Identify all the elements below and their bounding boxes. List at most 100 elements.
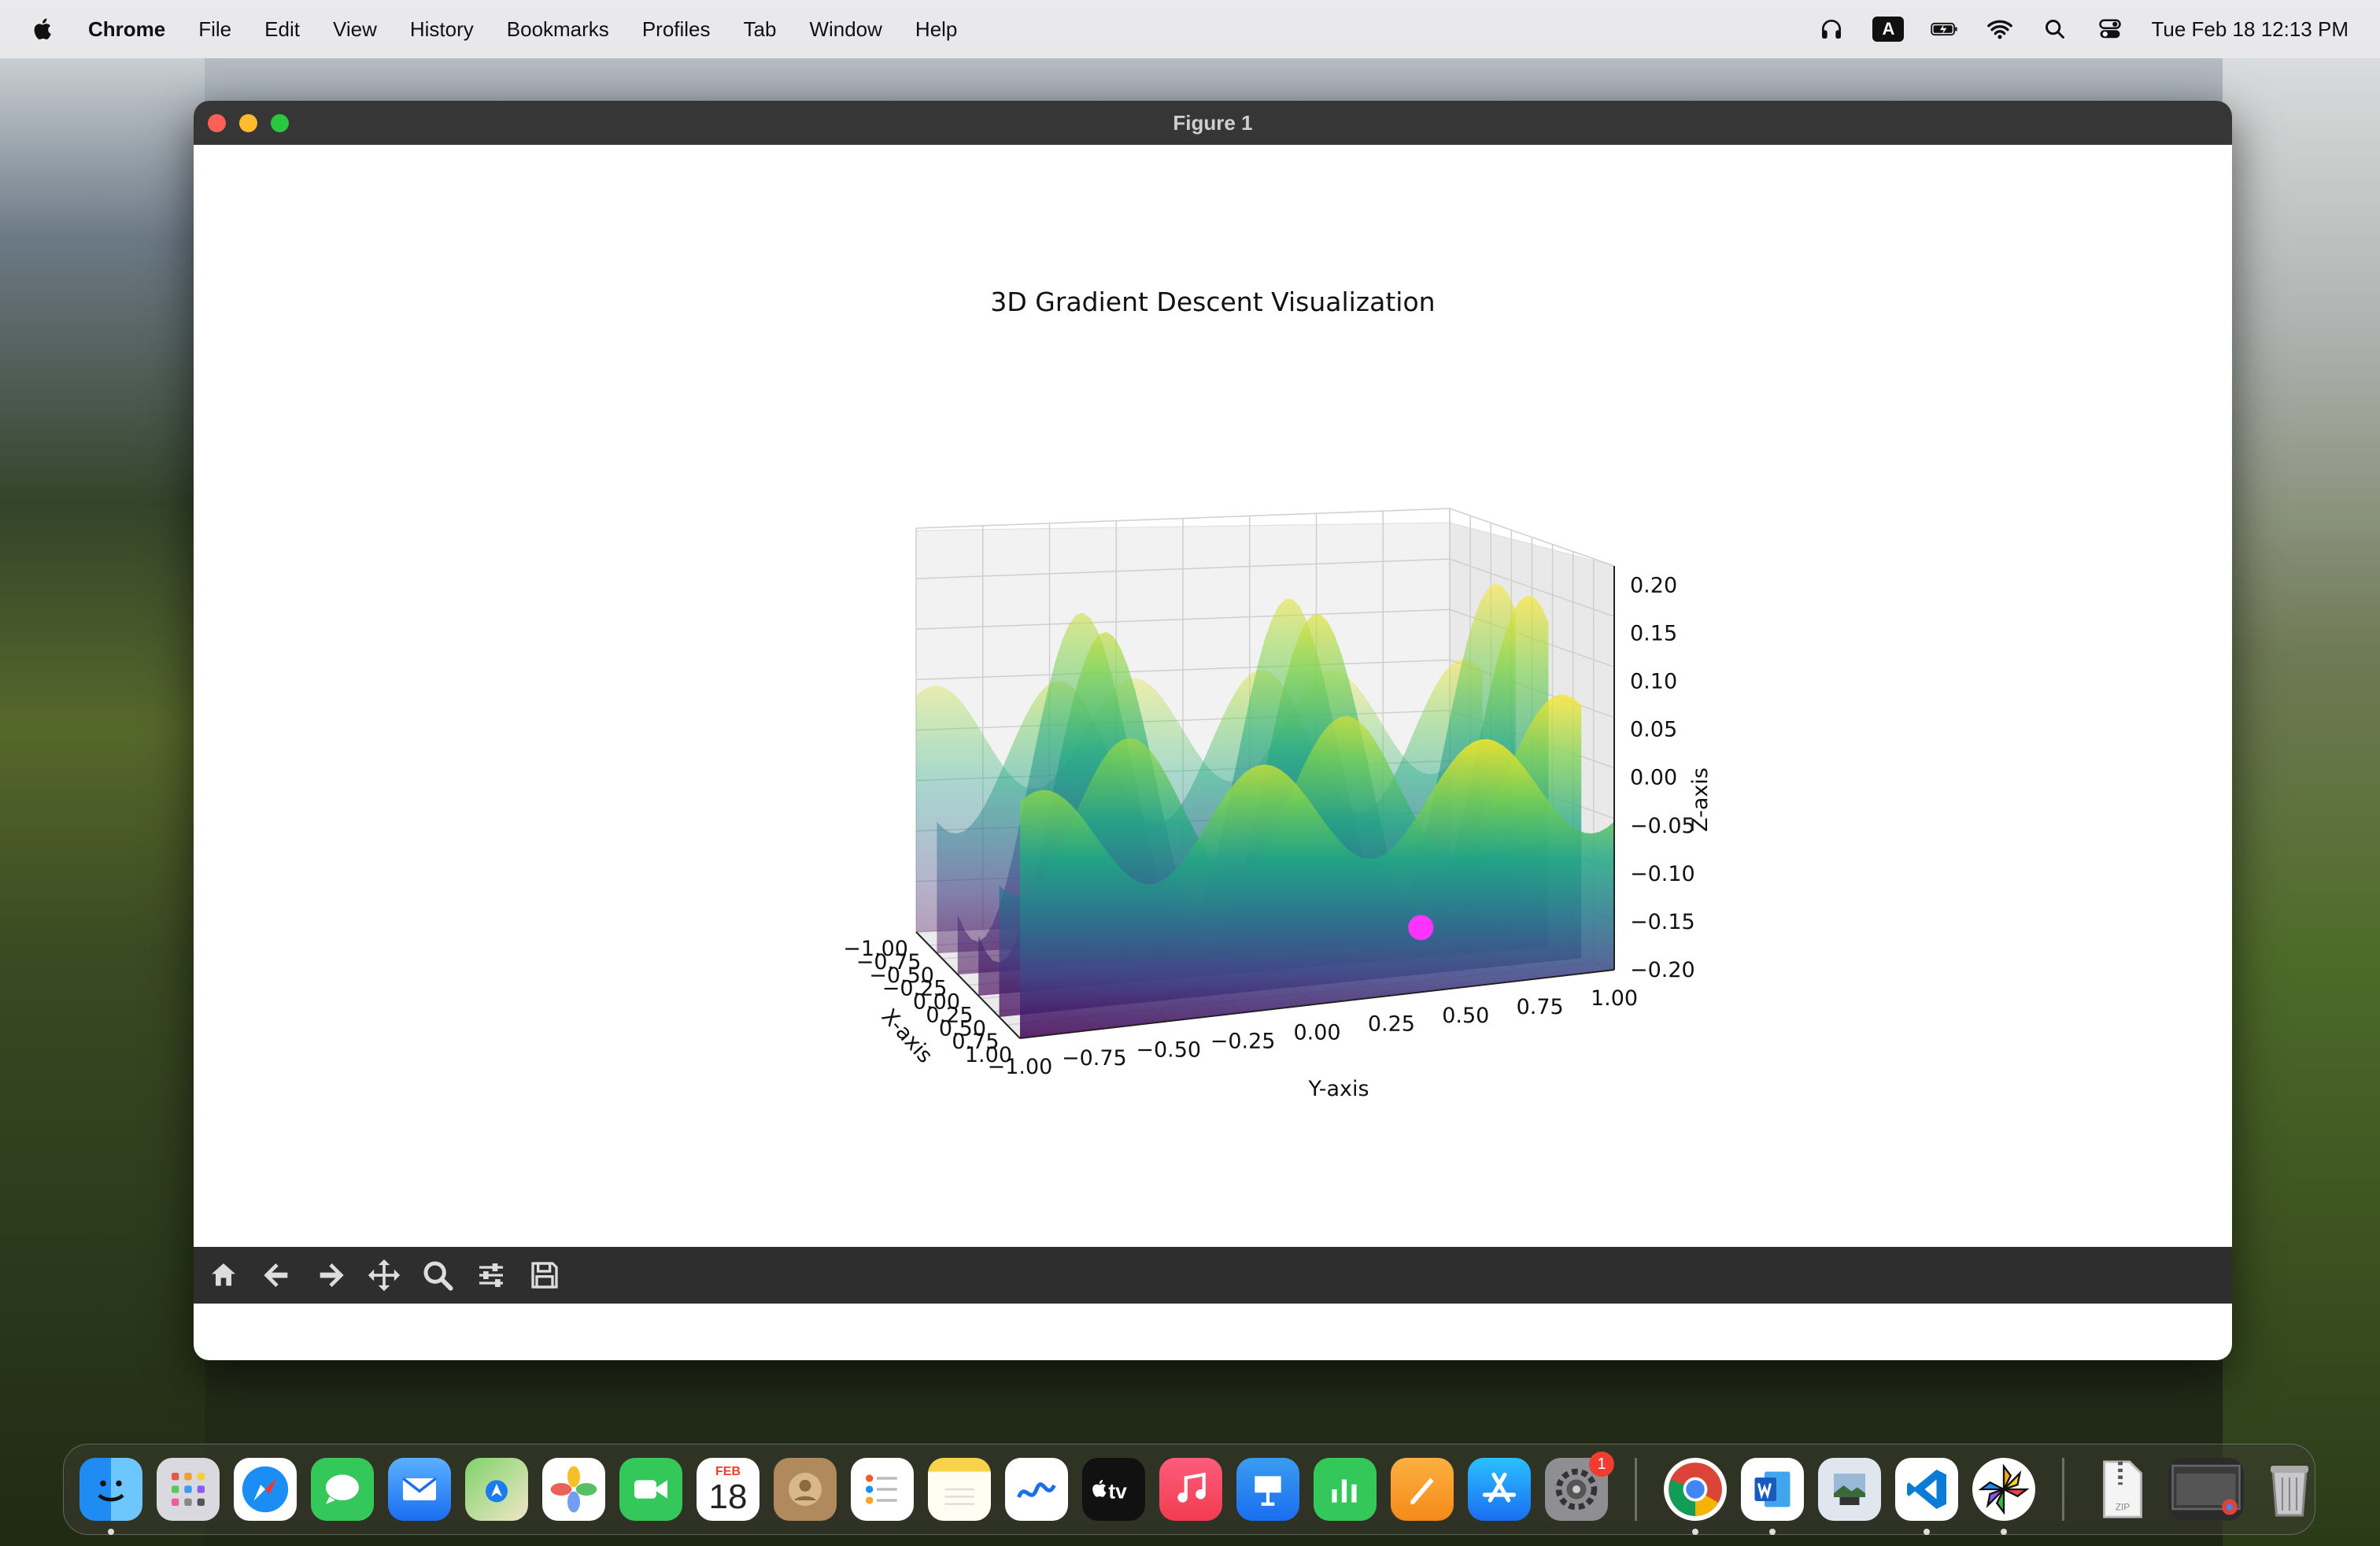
messages-bubble-icon (326, 1474, 359, 1504)
notification-badge: 1 (1589, 1452, 1614, 1477)
dock-zip-file[interactable]: ZIP (2091, 1458, 2154, 1521)
save-figure-button[interactable] (519, 1250, 570, 1300)
window-title: Figure 1 (1173, 110, 1253, 135)
dock-apple-tv[interactable]: tv (1082, 1458, 1145, 1521)
z-tick-label: 0.00 (1630, 766, 1677, 790)
photos-flower-icon (550, 1466, 597, 1513)
battery-icon[interactable] (1931, 15, 1959, 43)
zoom-button[interactable] (412, 1250, 463, 1300)
save-icon (531, 1262, 558, 1289)
dock-word[interactable] (1741, 1458, 1804, 1535)
menu-history[interactable]: History (410, 17, 474, 42)
notes-icon (944, 1488, 974, 1505)
dock-system-settings[interactable]: 1 (1545, 1452, 1614, 1521)
menu-bookmarks[interactable]: Bookmarks (507, 17, 609, 42)
dock-app-store[interactable] (1468, 1458, 1531, 1521)
dock-keynote[interactable] (1236, 1458, 1299, 1521)
reminders-list-icon (866, 1474, 897, 1504)
wifi-icon[interactable] (1986, 15, 2014, 43)
dock-vscode[interactable] (1895, 1458, 1958, 1535)
app-store-icon (1482, 1472, 1517, 1503)
menu-help[interactable]: Help (915, 17, 957, 42)
gradient-descent-point[interactable] (1408, 915, 1434, 941)
figure-canvas[interactable]: 3D Gradient Descent Visualization 0.20 0… (194, 145, 2232, 1304)
z-tick-label: −0.15 (1630, 910, 1695, 934)
mail-envelope-icon (401, 1477, 438, 1500)
finder-icon (98, 1480, 124, 1502)
dock-freeform[interactable] (1005, 1458, 1068, 1521)
dock-messages[interactable] (311, 1458, 374, 1521)
chrome-icon (1669, 1463, 1722, 1516)
zip-archive-icon: ZIP (2103, 1460, 2142, 1518)
y-tick-label: −0.75 (1062, 1046, 1127, 1071)
dock-reminders[interactable] (851, 1458, 914, 1521)
maps-pin-icon (486, 1480, 508, 1503)
y-tick-label: −0.25 (1210, 1029, 1276, 1053)
freeform-scribble-icon (1017, 1482, 1056, 1499)
spotlight-search-icon[interactable] (2041, 15, 2069, 43)
dock-pages[interactable] (1391, 1458, 1454, 1521)
y-tick-label: 0.00 (1293, 1021, 1340, 1045)
running-indicator (1769, 1529, 1776, 1535)
dock-photos[interactable] (542, 1458, 605, 1521)
y-tick-label: −0.50 (1136, 1037, 1201, 1062)
dock-music[interactable] (1159, 1458, 1222, 1521)
pinwheel-icon (1978, 1463, 2030, 1515)
apple-logo-icon[interactable] (30, 16, 57, 43)
figure-window: Figure 1 3D Gradient Descent Visualizati… (194, 101, 2232, 1360)
dock-separator (1635, 1458, 1637, 1521)
menu-window[interactable]: Window (809, 17, 881, 42)
back-button[interactable] (252, 1250, 302, 1300)
pan-button[interactable] (359, 1250, 409, 1300)
surface-plot[interactable]: 0.20 0.15 0.10 0.05 0.00 −0.05 −0.10 −0.15 −0.20… (194, 145, 2232, 1304)
dock-finder[interactable] (79, 1458, 142, 1535)
menu-bar: Chrome File Edit View History Bookmarks … (0, 0, 2380, 58)
menubar-clock[interactable]: Tue Feb 18 12:13 PM (2151, 17, 2349, 42)
dock-launchpad[interactable] (157, 1458, 220, 1521)
y-tick-label: 0.50 (1442, 1004, 1489, 1028)
dock-chrome[interactable] (1664, 1458, 1727, 1535)
menu-edit[interactable]: Edit (264, 17, 300, 42)
running-indicator (1924, 1529, 1930, 1535)
launchpad-icon (172, 1473, 205, 1506)
z-axis-label: Z-axis (1688, 767, 1713, 832)
control-center-icon[interactable] (2096, 15, 2124, 43)
home-button[interactable] (198, 1250, 249, 1300)
forward-button[interactable] (305, 1250, 356, 1300)
dock-trash[interactable] (2258, 1458, 2321, 1521)
y-tick-label: 1.00 (1591, 986, 1638, 1011)
y-tick-label: 0.25 (1368, 1012, 1415, 1037)
dock-separator (2062, 1458, 2064, 1521)
headphones-icon[interactable] (1817, 15, 1846, 43)
dock-notes[interactable] (928, 1458, 991, 1521)
menu-app-name[interactable]: Chrome (88, 17, 165, 42)
z-tick-label: −0.10 (1630, 862, 1695, 886)
dock-calendar[interactable]: FEB 18 (697, 1458, 759, 1521)
svg-text:tv: tv (1108, 1480, 1127, 1503)
apple-tv-icon: tv (1092, 1480, 1127, 1503)
dock-preview[interactable] (1818, 1458, 1881, 1521)
dock-facetime[interactable] (619, 1458, 682, 1521)
z-tick-label: −0.20 (1630, 958, 1695, 982)
window-titlebar[interactable]: Figure 1 (194, 101, 2232, 145)
vscode-icon (1907, 1470, 1946, 1509)
dock-contacts[interactable] (774, 1458, 837, 1521)
menu-profiles[interactable]: Profiles (642, 17, 711, 42)
dock-numbers[interactable] (1314, 1458, 1377, 1521)
configure-subplots-button[interactable] (466, 1250, 516, 1300)
desktop-wallpaper-right (2223, 58, 2380, 1546)
x-tick-label: 1.00 (965, 1043, 1012, 1067)
running-indicator (1692, 1529, 1698, 1535)
menu-file[interactable]: File (198, 17, 231, 42)
keynote-podium-icon (1255, 1476, 1281, 1506)
menu-tab[interactable]: Tab (744, 17, 777, 42)
desktop-wallpaper-left (0, 58, 205, 1546)
menu-view[interactable]: View (333, 17, 377, 42)
dock-pinwheel-app[interactable] (1972, 1458, 2035, 1535)
running-indicator (2001, 1529, 2007, 1535)
dock-chrome-window[interactable] (2168, 1458, 2244, 1521)
dock-safari[interactable] (234, 1458, 297, 1521)
dock-maps[interactable] (465, 1458, 528, 1521)
input-source-icon[interactable]: A (1872, 17, 1905, 42)
dock-mail[interactable] (388, 1458, 451, 1521)
